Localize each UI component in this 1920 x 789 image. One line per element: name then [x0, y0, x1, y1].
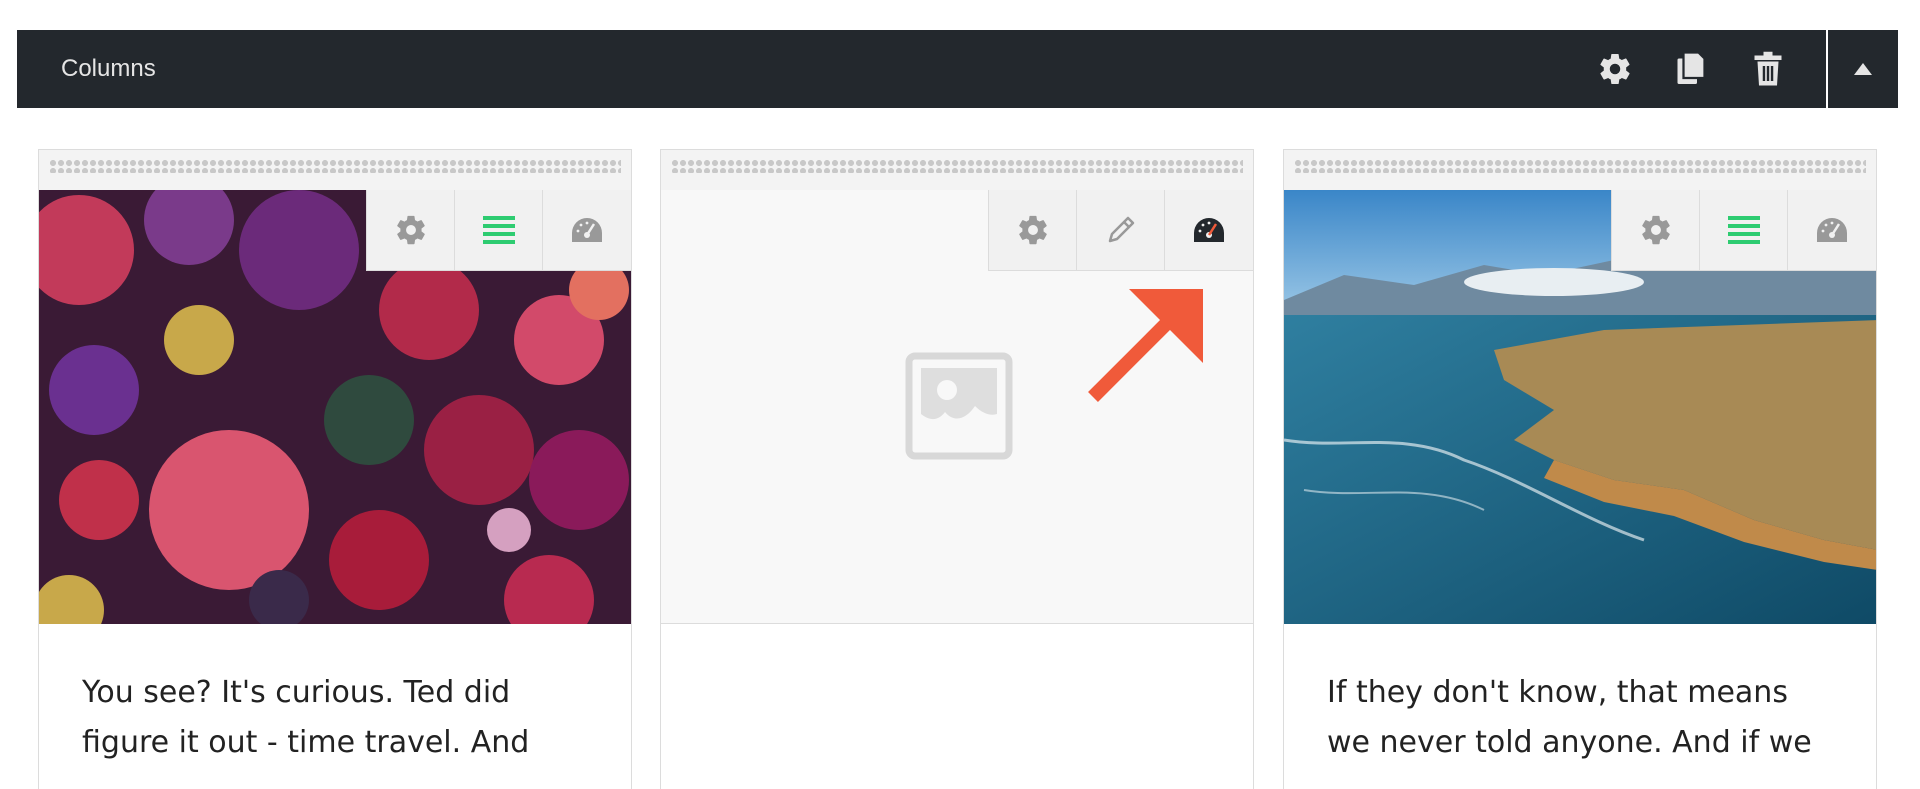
gear-icon — [1641, 215, 1670, 245]
rows-icon — [482, 216, 515, 244]
gauge-icon — [1817, 218, 1847, 242]
column-1: You see? It's curious. Ted did figure it… — [38, 149, 632, 789]
caret-up-icon — [1854, 63, 1872, 75]
column-toolbar — [988, 190, 1253, 271]
module-settings-button[interactable] — [1595, 49, 1635, 89]
rows-icon — [1727, 216, 1760, 244]
gauge-icon — [572, 218, 602, 242]
column-text: If they don't know, that means we never … — [1327, 675, 1812, 760]
module-title: Columns — [61, 55, 156, 82]
column-settings-button[interactable] — [989, 190, 1077, 270]
pencil-icon — [1108, 216, 1134, 243]
column-toolbar — [1611, 190, 1876, 271]
gear-icon — [1600, 54, 1630, 85]
column-performance-button[interactable] — [1165, 190, 1253, 270]
column-text: You see? It's curious. Ted did figure it… — [82, 675, 530, 760]
gauge-icon — [1194, 218, 1224, 242]
module-duplicate-button[interactable] — [1671, 49, 1711, 89]
column-edit-button[interactable] — [1077, 190, 1165, 270]
column-drag-handle[interactable] — [661, 150, 1253, 191]
column-performance-button[interactable] — [543, 190, 631, 270]
column-settings-button[interactable] — [367, 190, 455, 270]
column-toolbar — [366, 190, 631, 271]
gear-icon — [396, 215, 425, 245]
image-placeholder-icon — [905, 352, 1013, 460]
column-2 — [660, 149, 1254, 789]
column-layout-button[interactable] — [1700, 190, 1788, 270]
copy-icon — [1677, 51, 1706, 84]
column-layout-button[interactable] — [455, 190, 543, 270]
column-settings-button[interactable] — [1612, 190, 1700, 270]
collapse-toggle-button[interactable] — [1828, 30, 1898, 108]
columns-module-header: Columns — [17, 30, 1898, 108]
column-performance-button[interactable] — [1788, 190, 1876, 270]
column-3: If they don't know, that means we never … — [1283, 149, 1877, 789]
callout-arrow-icon — [1088, 289, 1203, 402]
module-delete-button[interactable] — [1748, 49, 1788, 89]
trash-icon — [1754, 51, 1782, 86]
column-drag-handle[interactable] — [39, 150, 631, 191]
column-drag-handle[interactable] — [1284, 150, 1876, 191]
gear-icon — [1018, 215, 1047, 245]
